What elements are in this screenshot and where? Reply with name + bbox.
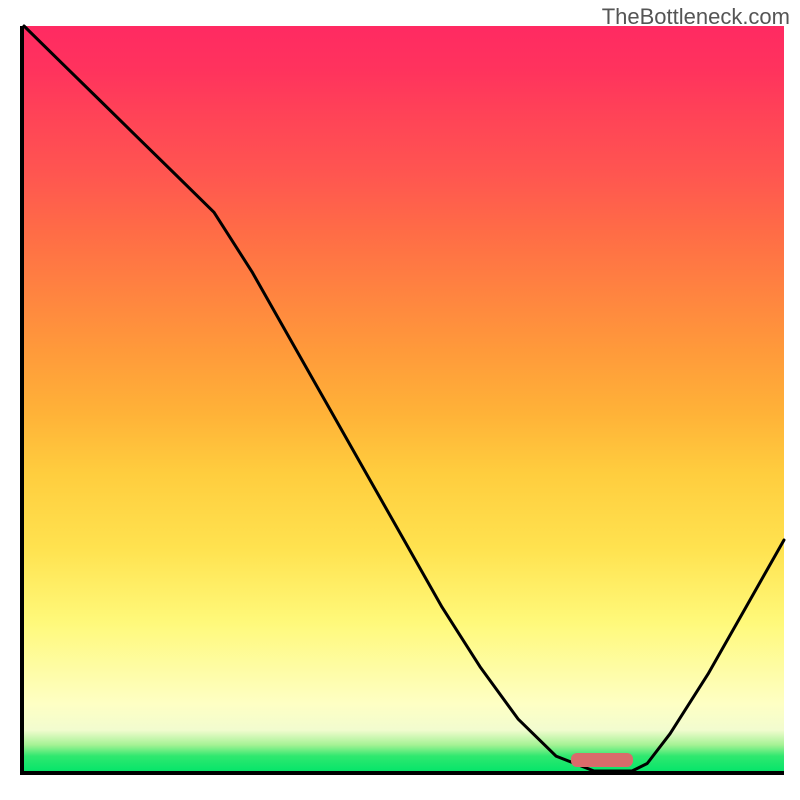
curve-svg	[24, 26, 784, 771]
chart-plot-area	[20, 26, 784, 775]
watermark-text: TheBottleneck.com	[602, 4, 790, 30]
bottleneck-curve	[24, 26, 784, 771]
optimum-marker	[571, 753, 633, 767]
